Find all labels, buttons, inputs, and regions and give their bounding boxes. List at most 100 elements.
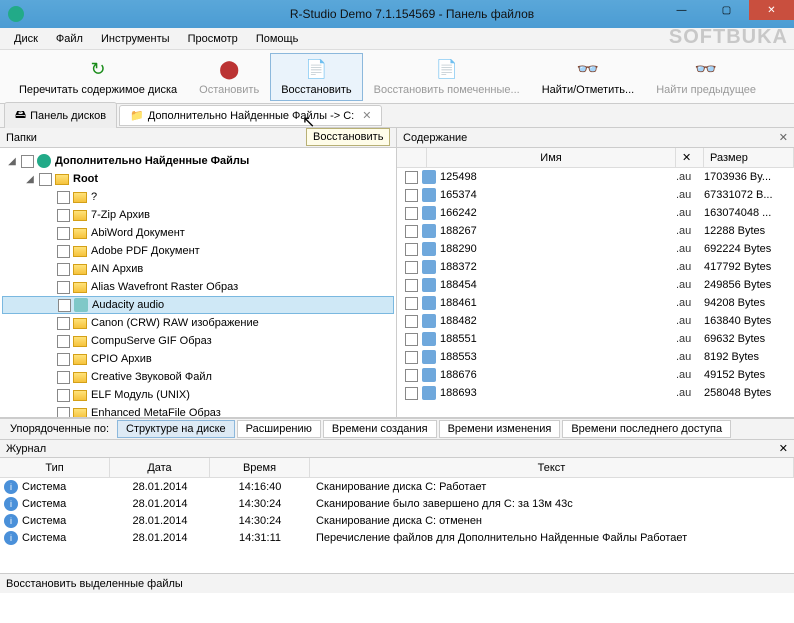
expander-icon[interactable]: ◢	[24, 174, 36, 185]
checkbox[interactable]	[405, 261, 418, 274]
folder-icon	[73, 372, 87, 383]
checkbox[interactable]	[57, 209, 70, 222]
checkbox[interactable]	[405, 333, 418, 346]
sort-button-0[interactable]: Структуре на диске	[117, 420, 235, 438]
menu-помощь[interactable]: Помощь	[248, 31, 307, 47]
checkbox[interactable]	[405, 315, 418, 328]
file-row[interactable]: 188372.au417792 Bytes	[397, 258, 794, 276]
journal-col-time[interactable]: Время	[210, 458, 310, 477]
tree-item[interactable]: CPIO Архив	[2, 350, 394, 368]
tree-item[interactable]: ◢Root	[2, 170, 394, 188]
file-row[interactable]: 188290.au692224 Bytes	[397, 240, 794, 258]
checkbox[interactable]	[405, 225, 418, 238]
sort-button-2[interactable]: Времени создания	[323, 420, 437, 438]
menu-диск[interactable]: Диск	[6, 31, 46, 47]
file-row[interactable]: 188267.au12288 Bytes	[397, 222, 794, 240]
folder-tree[interactable]: ◢Дополнительно Найденные Файлы◢Root?7-Zi…	[0, 148, 396, 417]
tree-item[interactable]: AIN Архив	[2, 260, 394, 278]
checkbox[interactable]	[39, 173, 52, 186]
checkbox[interactable]	[57, 407, 70, 418]
menu-инструменты[interactable]: Инструменты	[93, 31, 178, 47]
journal-row[interactable]: iСистема28.01.201414:30:24Сканирование б…	[0, 495, 794, 512]
tree-item[interactable]: Creative Звуковой Файл	[2, 368, 394, 386]
tree-item[interactable]: 7-Zip Архив	[2, 206, 394, 224]
journal-close-icon[interactable]: ✕	[779, 442, 788, 455]
size-column[interactable]: Размер	[704, 148, 794, 167]
file-row[interactable]: 125498.au1703936 By...	[397, 168, 794, 186]
checkbox[interactable]	[405, 207, 418, 220]
tree-item[interactable]: Canon (CRW) RAW изображение	[2, 314, 394, 332]
file-row[interactable]: 188551.au69632 Bytes	[397, 330, 794, 348]
tree-item[interactable]: Adobe PDF Документ	[2, 242, 394, 260]
toolbar-refresh-button[interactable]: ↻Перечитать содержимое диска	[8, 53, 188, 101]
journal-time: 14:31:11	[210, 532, 310, 544]
tree-item[interactable]: CompuServe GIF Образ	[2, 332, 394, 350]
menu-файл[interactable]: Файл	[48, 31, 91, 47]
journal-col-date[interactable]: Дата	[110, 458, 210, 477]
file-row[interactable]: 188693.au258048 Bytes	[397, 384, 794, 402]
tab-close-icon[interactable]: ✕	[362, 109, 371, 122]
sort-button-1[interactable]: Расширению	[237, 420, 321, 438]
checkbox[interactable]	[405, 369, 418, 382]
checkbox[interactable]	[405, 387, 418, 400]
checkbox[interactable]	[405, 171, 418, 184]
refresh-label: Перечитать содержимое диска	[19, 84, 177, 96]
tree-item[interactable]: ◢Дополнительно Найденные Файлы	[2, 152, 394, 170]
journal-text: Сканирование было завершено для C: за 13…	[310, 498, 794, 510]
checkbox[interactable]	[405, 351, 418, 364]
journal-row[interactable]: iСистема28.01.201414:16:40Сканирование д…	[0, 478, 794, 495]
checkbox[interactable]	[405, 279, 418, 292]
toolbar-find-button[interactable]: 👓Найти/Отметить...	[531, 53, 645, 101]
checkbox[interactable]	[57, 281, 70, 294]
journal-row[interactable]: iСистема28.01.201414:30:24Сканирование д…	[0, 512, 794, 529]
tree-item[interactable]: Enhanced MetaFile Образ	[2, 404, 394, 417]
checkbox[interactable]	[57, 317, 70, 330]
checkbox[interactable]	[405, 243, 418, 256]
checkbox[interactable]	[405, 189, 418, 202]
checkbox[interactable]	[405, 297, 418, 310]
file-row[interactable]: 188676.au49152 Bytes	[397, 366, 794, 384]
file-row[interactable]: 188553.au8192 Bytes	[397, 348, 794, 366]
file-size: 69632 Bytes	[704, 333, 794, 345]
contents-close-icon[interactable]: ✕	[779, 131, 788, 144]
toolbar-restore-button[interactable]: 📄Восстановить	[270, 53, 362, 101]
journal-col-text[interactable]: Текст	[310, 458, 794, 477]
extra-tab-icon: 📁	[130, 109, 144, 122]
x-column[interactable]: ✕	[676, 148, 704, 167]
maximize-button[interactable]: ▢	[704, 0, 749, 20]
tree-item[interactable]: ?	[2, 188, 394, 206]
checkbox[interactable]	[21, 155, 34, 168]
tree-item[interactable]: ELF Модуль (UNIX)	[2, 386, 394, 404]
checkbox[interactable]	[57, 353, 70, 366]
checkbox[interactable]	[57, 371, 70, 384]
sort-button-4[interactable]: Времени последнего доступа	[562, 420, 731, 438]
checkbox[interactable]	[57, 389, 70, 402]
journal-body[interactable]: iСистема28.01.201414:16:40Сканирование д…	[0, 478, 794, 573]
file-row[interactable]: 188482.au163840 Bytes	[397, 312, 794, 330]
checkbox[interactable]	[57, 245, 70, 258]
menu-просмотр[interactable]: Просмотр	[180, 31, 246, 47]
journal-col-type[interactable]: Тип	[0, 458, 110, 477]
tree-item[interactable]: Audacity audio	[2, 296, 394, 314]
expander-icon[interactable]: ◢	[6, 156, 18, 167]
checkbox[interactable]	[57, 191, 70, 204]
checkbox[interactable]	[57, 335, 70, 348]
checkbox[interactable]	[58, 299, 71, 312]
tab-extra[interactable]: 📁Дополнительно Найденные Файлы -> C:✕	[119, 105, 382, 126]
statusbar: Восстановить выделенные файлы	[0, 573, 794, 593]
file-row[interactable]: 188454.au249856 Bytes	[397, 276, 794, 294]
file-row[interactable]: 165374.au67331072 B...	[397, 186, 794, 204]
file-row[interactable]: 188461.au94208 Bytes	[397, 294, 794, 312]
checkbox[interactable]	[57, 227, 70, 240]
checkbox[interactable]	[57, 263, 70, 276]
sort-button-3[interactable]: Времени изменения	[439, 420, 561, 438]
tree-item[interactable]: AbiWord Документ	[2, 224, 394, 242]
journal-row[interactable]: iСистема28.01.201414:31:11Перечисление ф…	[0, 529, 794, 546]
file-row[interactable]: 166242.au163074048 ...	[397, 204, 794, 222]
name-column[interactable]: Имя	[427, 148, 676, 167]
tree-item[interactable]: Alias Wavefront Raster Образ	[2, 278, 394, 296]
file-list[interactable]: Имя ✕ Размер 125498.au1703936 By...16537…	[397, 148, 794, 417]
close-button[interactable]: ✕	[749, 0, 794, 20]
tab-disks[interactable]: 🖴Панель дисков	[4, 102, 117, 129]
minimize-button[interactable]: —	[659, 0, 704, 20]
